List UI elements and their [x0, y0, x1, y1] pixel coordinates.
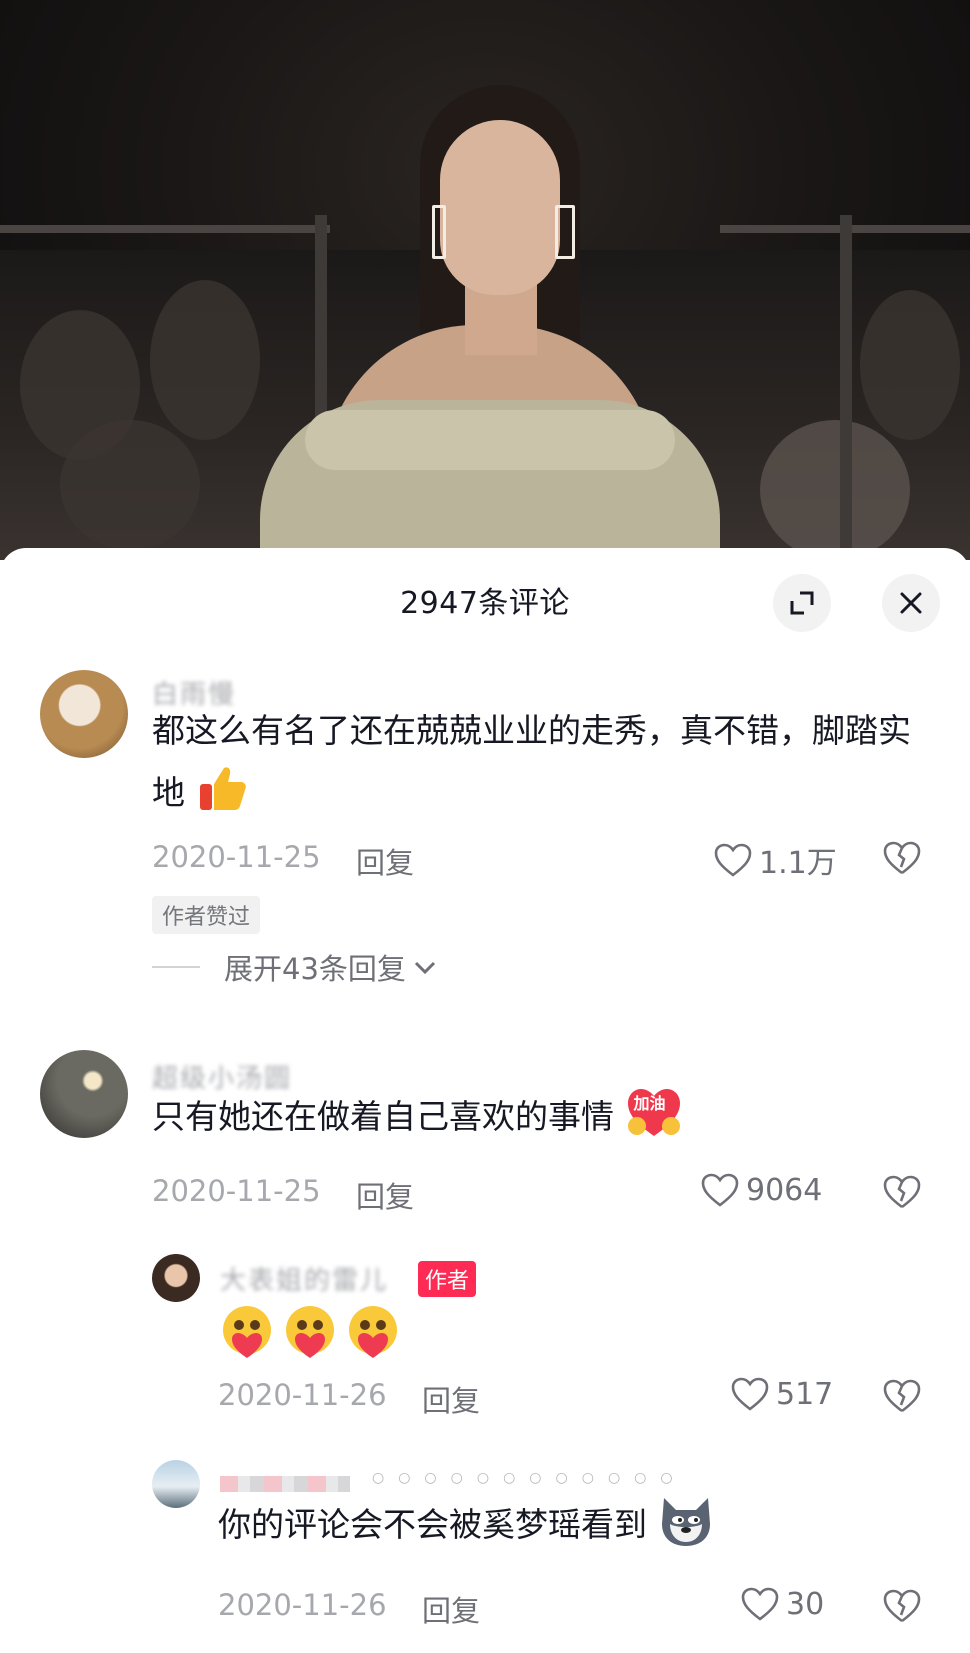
comment-date: 2020-11-25: [152, 1174, 321, 1208]
heart-icon: [731, 1377, 769, 1411]
reply-item: 大表姐的雷儿 作者 2020-11-26 回复 517: [0, 1254, 970, 1434]
expand-replies-button[interactable]: 展开43条回复: [152, 946, 438, 988]
reply-button[interactable]: 回复: [422, 1378, 480, 1420]
close-icon: [900, 592, 922, 614]
dislike-button[interactable]: [882, 1378, 922, 1418]
avatar[interactable]: [152, 1254, 200, 1302]
avatar[interactable]: [40, 1050, 128, 1138]
dislike-button[interactable]: [882, 840, 922, 880]
cheer-emoji-text: 加油: [633, 1094, 666, 1113]
expand-icon: [790, 591, 814, 615]
comment-text: 只有她还在做着自己喜欢的事情 加油: [152, 1086, 932, 1148]
cheer-emoji-icon: 加油: [625, 1086, 683, 1138]
broken-heart-icon: [883, 1175, 921, 1209]
comment-text-content: 只有她还在做着自己喜欢的事情: [152, 1097, 614, 1136]
username-dots: ○○○○○○○○○○○○: [372, 1470, 687, 1486]
comment-item: 超级小汤圆 只有她还在做着自己喜欢的事情 加油 2020-11-25 回复 90…: [0, 1050, 970, 1230]
expand-replies-label: 展开43条回复: [224, 952, 406, 986]
like-count: 517: [776, 1376, 834, 1412]
comment-item: 白雨慢 都这么有名了还在兢兢业业的走秀，真不错，脚踏实地 2020-11-25 …: [0, 670, 970, 1010]
like-button[interactable]: 517: [730, 1376, 833, 1412]
author-badge: 作者: [418, 1261, 477, 1297]
like-count: 1.1万: [759, 846, 837, 881]
divider-line: [152, 966, 200, 968]
like-count: 9064: [746, 1172, 823, 1208]
model-figure: [250, 70, 720, 560]
comment-text: 都这么有名了还在兢兢业业的走秀，真不错，脚踏实地: [152, 700, 932, 824]
reply-button[interactable]: 回复: [356, 840, 414, 882]
heart-hug-icon: [349, 1306, 398, 1358]
broken-heart-icon: [883, 841, 921, 875]
comment-sheet: 2947条评论 白雨慢 都这么有名了还在兢兢业业的走秀，真不错，脚踏实地 202…: [0, 548, 970, 1653]
reply-emoji: [218, 1304, 402, 1366]
dislike-button[interactable]: [882, 1588, 922, 1628]
heart-hug-icon: [223, 1306, 271, 1358]
reply-button[interactable]: 回复: [356, 1174, 414, 1216]
runway-post: [840, 215, 852, 555]
comment-date: 2020-11-26: [218, 1588, 387, 1622]
like-button[interactable]: 9064: [700, 1172, 822, 1208]
avatar[interactable]: [152, 1460, 200, 1508]
close-button[interactable]: [882, 574, 940, 632]
comment-text: 你的评论会不会被奚梦瑶看到: [218, 1494, 918, 1556]
avatar[interactable]: [40, 670, 128, 758]
broken-heart-icon: [883, 1589, 921, 1623]
comment-text-content: 都这么有名了还在兢兢业业的走秀，真不错，脚踏实地: [152, 711, 911, 812]
comment-date: 2020-11-26: [218, 1378, 387, 1412]
username[interactable]: 大表姐的雷儿: [220, 1260, 388, 1297]
reply-item: ○○○○○○○○○○○○ 你的评论会不会被奚梦瑶看到 2020-11-26 回复…: [0, 1460, 970, 1650]
dislike-button[interactable]: [882, 1174, 922, 1214]
heart-hug-icon: [286, 1306, 335, 1358]
heart-icon: [701, 1173, 739, 1207]
husky-emoji-icon: [661, 1498, 710, 1546]
chevron-down-icon: [414, 961, 435, 975]
video-player[interactable]: [0, 0, 970, 560]
heart-icon: [741, 1587, 779, 1621]
like-button[interactable]: 1.1万: [713, 838, 837, 882]
heart-icon: [714, 843, 752, 877]
comment-date: 2020-11-25: [152, 840, 321, 874]
author-liked-badge: 作者赞过: [152, 896, 261, 934]
expand-button[interactable]: [773, 574, 831, 632]
comment-text-content: 你的评论会不会被奚梦瑶看到: [218, 1505, 647, 1544]
like-button[interactable]: 30: [740, 1586, 824, 1622]
reply-button[interactable]: 回复: [422, 1588, 480, 1630]
broken-heart-icon: [883, 1379, 921, 1413]
like-count: 30: [786, 1586, 825, 1622]
thumbs-up-icon: [199, 767, 246, 810]
username-mosaic: [220, 1476, 350, 1492]
